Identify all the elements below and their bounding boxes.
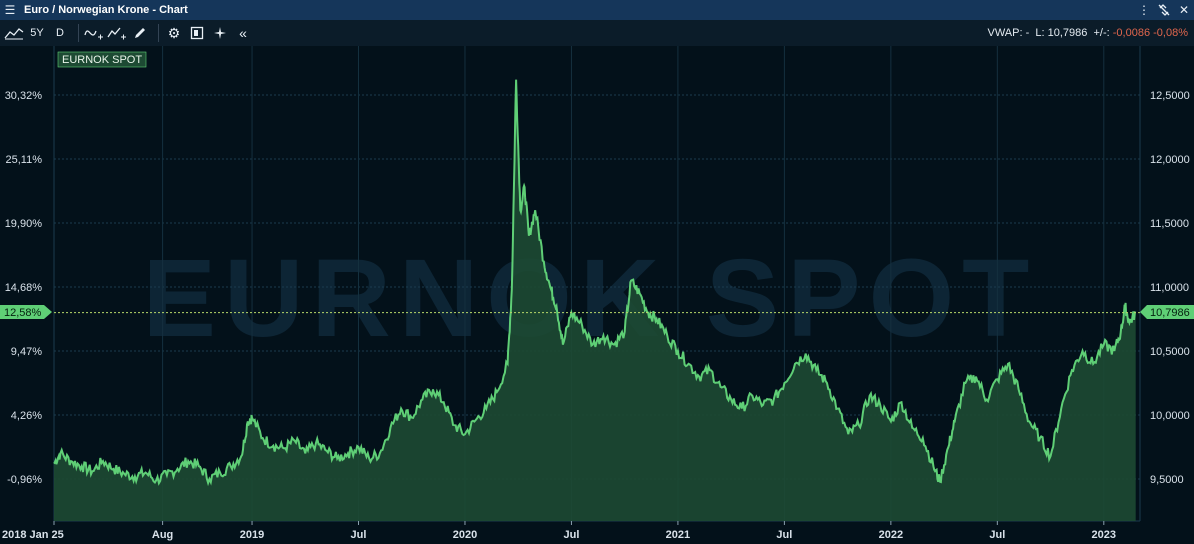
period-selector[interactable]: 5Y: [27, 22, 47, 44]
left-axis: 30,32% 25,11% 19,90% 14,68% 9,47% 4,26% -0,96%: [5, 90, 43, 486]
change-value: -0,0086: [1112, 27, 1151, 39]
current-value-marker: 10,7986: [1140, 305, 1194, 319]
x-tick-label: 2021: [666, 529, 690, 541]
x-tick-label: 2022: [879, 529, 903, 541]
right-tick-label: 10,0000: [1150, 410, 1190, 422]
current-pct-marker: 12,58%: [0, 305, 52, 319]
change-label: +/-:: [1093, 27, 1110, 39]
x-tick-label: Aug: [152, 529, 173, 541]
price-readout: VWAP: - L: 10,7986 +/-: -0,0086 -0,08%: [987, 27, 1188, 39]
left-tick-label: 25,11%: [6, 154, 43, 166]
toolbar-divider: [158, 24, 159, 42]
right-axis: 12,5000 12,0000 11,5000 11,0000 10,5000 10,00…: [1150, 90, 1190, 486]
chart-plot[interactable]: EURNOK SPOT 30,32% 25,11% 19,90% 14,68% 9,47…: [0, 46, 1194, 544]
x-tick-label: 2019: [240, 529, 264, 541]
add-indicator-icon[interactable]: [84, 22, 104, 44]
left-tick-label: 4,26%: [11, 410, 42, 422]
title-bar: ☰ Euro / Norwegian Krone - Chart ⋮ ✕: [0, 0, 1194, 20]
x-tick-label: 2018 Jan 25: [2, 529, 64, 541]
right-tick-label: 10,5000: [1150, 346, 1190, 358]
left-tick-label: 30,32%: [5, 90, 43, 102]
right-tick-label: 11,5000: [1150, 218, 1189, 230]
current-pct-label: 12,58%: [4, 307, 42, 319]
toolbar-divider: [78, 24, 79, 42]
x-tick-label: Jul: [351, 529, 367, 541]
legend[interactable]: EURNOK SPOT: [57, 51, 147, 68]
right-tick-label: 9,5000: [1150, 474, 1184, 486]
window-title: Euro / Norwegian Krone - Chart: [24, 4, 188, 16]
add-series-icon[interactable]: [107, 22, 127, 44]
collapse-left-icon[interactable]: «: [233, 22, 253, 44]
right-tick-label: 12,5000: [1150, 90, 1190, 102]
change-percent: -0,08%: [1153, 27, 1188, 39]
left-tick-label: 14,68%: [5, 282, 43, 294]
left-tick-label: 9,47%: [11, 346, 42, 358]
current-value-label: 10,7986: [1150, 307, 1190, 319]
close-icon[interactable]: ✕: [1174, 0, 1194, 20]
x-axis: 2018 Jan 25 Aug 2019 Jul 2020 Jul 2021 Jul 2022 J…: [2, 521, 1116, 541]
vwap-readout: VWAP: -: [987, 27, 1030, 39]
draw-pencil-icon[interactable]: [130, 22, 150, 44]
left-tick-label: 19,90%: [5, 218, 43, 230]
left-tick-label: -0,96%: [7, 474, 42, 486]
chart-type-icon[interactable]: [4, 22, 24, 44]
last-price-readout: L: 10,7986: [1035, 27, 1088, 39]
interval-selector[interactable]: D: [50, 22, 70, 44]
right-tick-label: 11,0000: [1150, 282, 1189, 294]
legend-label: EURNOK SPOT: [62, 54, 142, 66]
x-tick-label: 2023: [1092, 529, 1116, 541]
x-tick-label: Jul: [989, 529, 1005, 541]
unlink-icon[interactable]: [1154, 0, 1174, 20]
crosshair-icon[interactable]: [210, 22, 230, 44]
settings-gear-icon[interactable]: ⚙: [164, 22, 184, 44]
right-tick-label: 12,0000: [1150, 154, 1190, 166]
layout-icon[interactable]: [187, 22, 207, 44]
more-options-icon[interactable]: ⋮: [1134, 0, 1154, 20]
x-tick-label: Jul: [776, 529, 792, 541]
x-tick-label: Jul: [563, 529, 579, 541]
menu-icon[interactable]: ☰: [0, 0, 20, 20]
x-tick-label: 2020: [453, 529, 477, 541]
